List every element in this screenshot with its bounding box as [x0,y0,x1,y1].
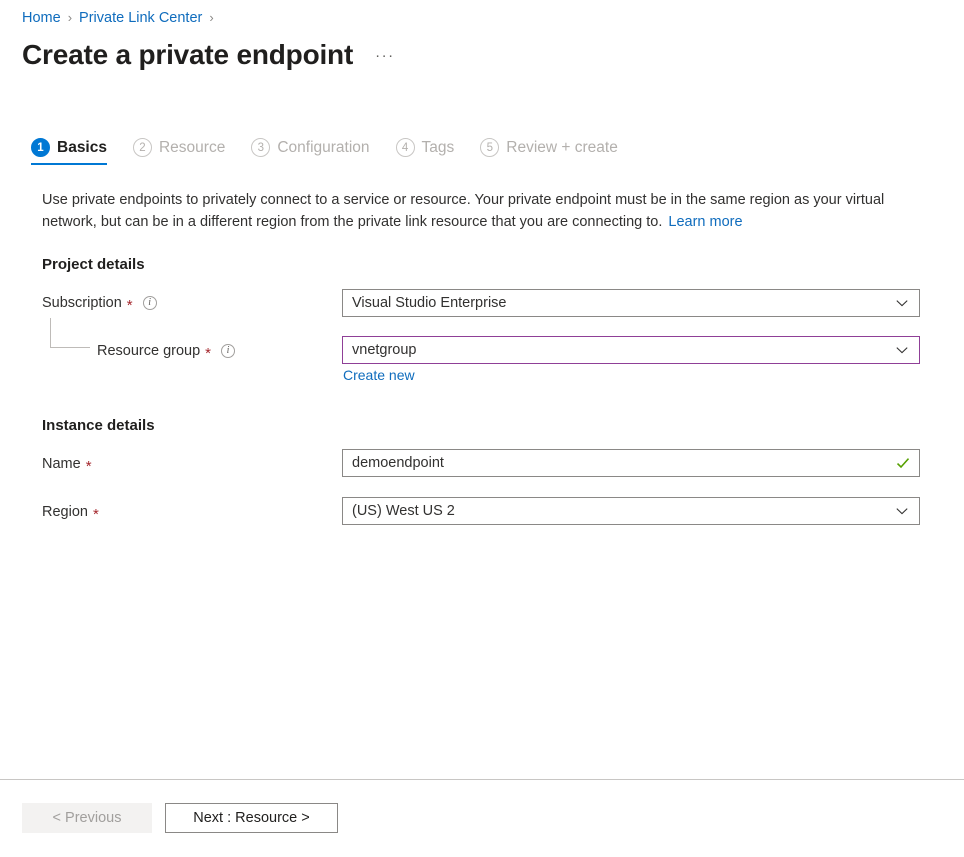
required-asterisk: * [93,507,99,522]
label-resource-group: Resource group * i [97,337,235,365]
tab-step-number: 2 [133,138,152,157]
breadcrumb-separator-icon: › [68,8,72,28]
tab-step-number: 1 [31,138,50,157]
tab-resource[interactable]: 2 Resource [133,138,225,165]
section-heading-project-details: Project details [42,256,145,273]
tab-label: Basics [57,139,107,157]
name-input[interactable]: demoendpoint [342,449,920,477]
tab-label: Resource [159,139,225,157]
section-heading-instance-details: Instance details [42,417,155,434]
wizard-tabs: 1 Basics 2 Resource 3 Configuration 4 Ta… [31,138,644,170]
page-header: Create a private endpoint ··· [22,36,395,79]
page-title: Create a private endpoint [22,36,353,74]
page-description: Use private endpoints to privately conne… [42,189,926,233]
tab-label: Configuration [277,139,369,157]
chevron-down-icon [895,296,909,310]
tab-step-number: 5 [480,138,499,157]
breadcrumb-item-private-link-center[interactable]: Private Link Center [79,8,202,28]
breadcrumb-separator-icon: › [209,8,213,28]
region-dropdown[interactable]: (US) West US 2 [342,497,920,525]
label-name: Name * [42,450,92,478]
valid-check-icon [895,455,911,471]
learn-more-link[interactable]: Learn more [668,214,742,230]
required-asterisk: * [127,298,133,313]
required-asterisk: * [205,346,211,361]
description-text: Use private endpoints to privately conne… [42,192,884,230]
footer-actions: < Previous Next : Resource > [22,803,338,833]
label-text: Name [42,456,81,472]
tab-configuration[interactable]: 3 Configuration [251,138,369,165]
resource-group-dropdown[interactable]: vnetgroup [342,336,920,364]
tab-tags[interactable]: 4 Tags [396,138,455,165]
breadcrumb-item-home[interactable]: Home [22,8,61,28]
breadcrumb: Home › Private Link Center › [22,8,221,28]
tab-basics[interactable]: 1 Basics [31,138,107,165]
tree-connector-line [50,318,90,348]
info-icon[interactable]: i [143,296,157,310]
create-new-resource-group-link[interactable]: Create new [343,367,415,383]
more-options-icon[interactable]: ··· [375,37,395,75]
footer-divider [0,779,964,780]
tab-label: Tags [422,139,455,157]
label-text: Resource group [97,343,200,359]
name-value: demoendpoint [352,455,895,471]
previous-button[interactable]: < Previous [22,803,152,833]
required-asterisk: * [86,459,92,474]
label-region: Region * [42,498,99,526]
region-value: (US) West US 2 [352,503,895,519]
chevron-down-icon [895,343,909,357]
subscription-dropdown[interactable]: Visual Studio Enterprise [342,289,920,317]
label-text: Subscription [42,295,122,311]
chevron-down-icon [895,504,909,518]
label-text: Region [42,504,88,520]
label-subscription: Subscription * i [42,289,157,317]
tab-step-number: 3 [251,138,270,157]
tab-step-number: 4 [396,138,415,157]
info-icon[interactable]: i [221,344,235,358]
tab-review-create[interactable]: 5 Review + create [480,138,618,165]
resource-group-value: vnetgroup [352,342,895,358]
tab-label: Review + create [506,139,618,157]
next-resource-button[interactable]: Next : Resource > [165,803,338,833]
subscription-value: Visual Studio Enterprise [352,295,895,311]
